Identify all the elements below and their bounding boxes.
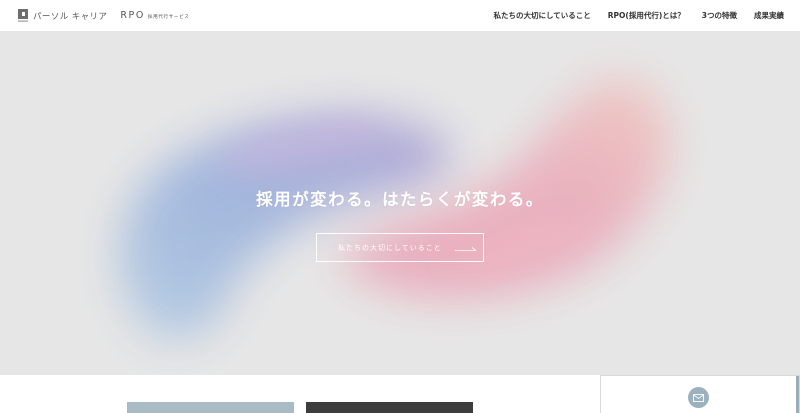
nav-item-values[interactable]: 私たちの大切にしていること	[493, 10, 590, 21]
mail-button[interactable]	[688, 387, 709, 408]
hero-section: 採用が変わる。はたらくが変わる。 私たちの大切にしていること	[0, 31, 800, 375]
rpo-label: RPO	[120, 10, 145, 21]
logo-text: パーソル キャリア	[33, 11, 108, 22]
rpo-sub-label: 採用代行サービス	[147, 15, 190, 20]
feature-card-light[interactable]	[127, 402, 294, 413]
persol-logo[interactable]: パーソル キャリア	[18, 0, 107, 31]
values-button[interactable]: 私たちの大切にしていること	[316, 233, 484, 262]
site-header: パーソル キャリア RPO 採用代行サービス 私たちの大切にしていること RPO…	[0, 0, 800, 31]
nav-item-results[interactable]: 成果実績	[754, 10, 784, 21]
nav-item-features[interactable]: 3つの特徴	[702, 10, 737, 21]
nav-item-about-rpo[interactable]: RPO(採用代行)とは？	[608, 10, 685, 21]
rpo-logo[interactable]: RPO 採用代行サービス	[120, 10, 189, 21]
main-nav: 私たちの大切にしていること RPO(採用代行)とは？ 3つの特徴 成果実績	[476, 10, 784, 21]
feature-card-dark[interactable]	[306, 402, 473, 413]
persol-logo-icon	[18, 8, 28, 23]
content-section	[0, 375, 800, 413]
hero-title: 採用が変わる。はたらくが変わる。	[256, 190, 544, 209]
mail-icon	[693, 393, 704, 402]
arrow-right-icon	[455, 247, 477, 251]
panel-edge	[796, 376, 799, 413]
values-button-label: 私たちの大切にしていること	[338, 243, 442, 252]
